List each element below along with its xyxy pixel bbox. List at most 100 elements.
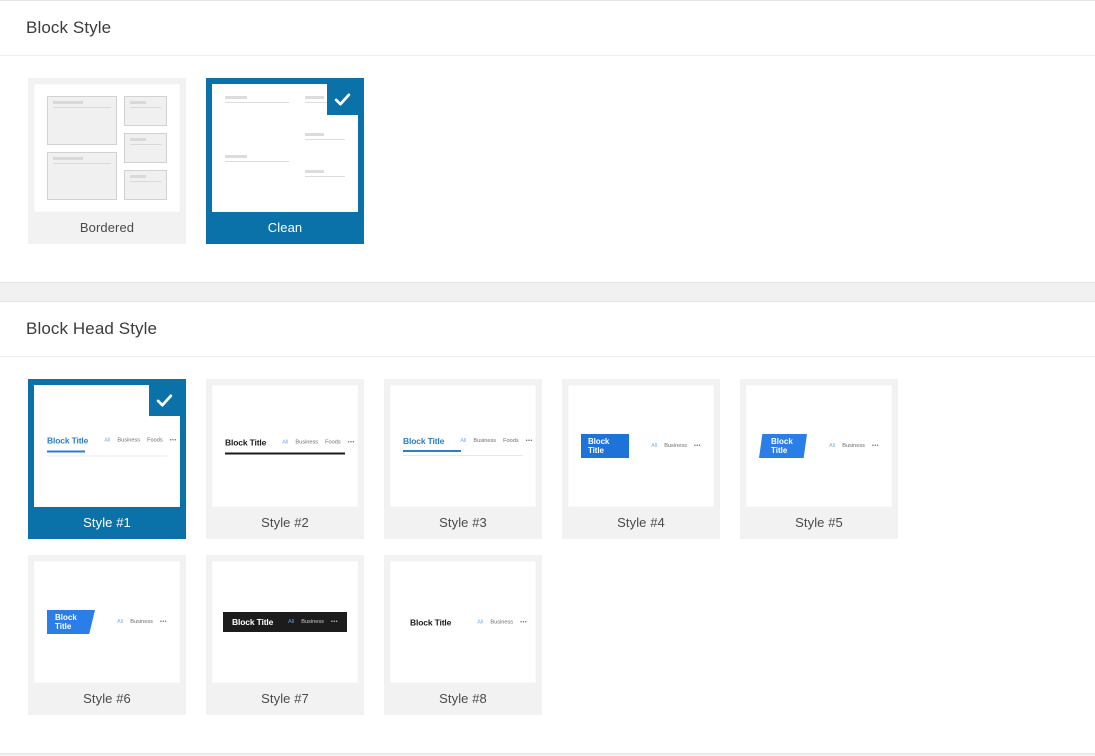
- block-head-style-option-3[interactable]: Block Title All Business Foods ••• Style #3: [384, 379, 542, 539]
- head-style-preview: Block Title All Business Foods •••: [390, 385, 536, 507]
- block-style-header: Block Style: [0, 1, 1095, 56]
- preview-underline: [47, 450, 85, 453]
- block-head-style-option-4[interactable]: Block Title All Business ••• Style #4: [562, 379, 720, 539]
- preview-block-title: Block Title: [232, 617, 274, 627]
- block-head-style-option-7[interactable]: Block Title All Business ••• Style #7: [206, 555, 364, 715]
- block-head-style-option-label: Style #2: [261, 515, 309, 530]
- preview-block-title: Block Title: [410, 617, 452, 627]
- more-dots-icon: •••: [525, 438, 533, 444]
- more-dots-icon: •••: [330, 619, 338, 625]
- block-style-option-label: Bordered: [79, 220, 135, 235]
- block-style-options: Bordered Clean: [28, 78, 1095, 260]
- preview-block-title: Block Title: [47, 610, 95, 634]
- preview-block-title: Block Title: [581, 434, 629, 458]
- preview-nav-item: Business: [130, 619, 153, 625]
- block-head-style-option-label: Style #7: [261, 691, 309, 706]
- preview-nav-item: Business: [295, 439, 319, 446]
- preview-nav-item: All: [651, 443, 658, 449]
- more-dots-icon: •••: [520, 619, 528, 625]
- preview-box: [123, 96, 167, 126]
- preview-nav-item: Foods: [503, 438, 519, 444]
- preview-nav-item: All: [288, 619, 295, 625]
- preview-nav-item: Business: [664, 443, 687, 449]
- page-title: Block Style: [26, 18, 112, 37]
- more-dots-icon: •••: [169, 437, 177, 444]
- preview-nav: All Business Foods •••: [460, 438, 533, 444]
- preview-underline: [225, 452, 345, 455]
- preview-nav-item: All: [477, 619, 484, 625]
- preview-line: [305, 133, 345, 140]
- preview-line: [225, 96, 290, 103]
- block-head-style-option-label: Style #5: [795, 515, 843, 530]
- head-style-preview: Block Title All Business •••: [212, 561, 358, 683]
- preview-nav-item: Foods: [325, 439, 341, 446]
- block-style-body: Bordered Clean: [0, 56, 1095, 282]
- block-head-style-body: Block Title All Business Foods ••• Style #1 Bl…: [0, 357, 1095, 753]
- block-style-option-clean[interactable]: Clean: [206, 78, 364, 244]
- head-style-preview: Block Title All Business •••: [568, 385, 714, 507]
- preview-line: [305, 170, 345, 177]
- block-head-style-option-label: Style #6: [83, 691, 131, 706]
- bordered-preview: [34, 84, 180, 212]
- preview-nav: All Business •••: [651, 443, 701, 449]
- head-style-preview: Block Title All Business •••: [390, 561, 536, 683]
- preview-hairline: [47, 455, 167, 457]
- preview-block-title: Block Title: [47, 435, 89, 446]
- more-dots-icon: •••: [159, 619, 167, 625]
- block-head-style-options: Block Title All Business Foods ••• Style #1 Bl…: [28, 379, 1095, 731]
- preview-nav: All Business •••: [477, 619, 527, 625]
- preview-line: [225, 155, 290, 162]
- settings-page: Block Style Bordered Clean Block Head St…: [0, 0, 1095, 756]
- preview-block-title: Block Title: [225, 437, 267, 448]
- preview-hairline: [403, 455, 523, 456]
- block-head-style-option-8[interactable]: Block Title All Business ••• Style #8: [384, 555, 542, 715]
- preview-nav-item: All: [104, 437, 111, 444]
- preview-nav-item: All: [117, 619, 124, 625]
- section-divider: [0, 283, 1095, 301]
- head-style-preview: Block Title All Business •••: [34, 561, 180, 683]
- preview-nav: All Business •••: [288, 619, 338, 625]
- head-style-preview: Block Title All Business •••: [746, 385, 892, 507]
- preview-nav: All Business Foods •••: [104, 438, 177, 444]
- preview-box: [47, 151, 117, 200]
- block-head-style-option-label: Style #8: [439, 691, 487, 706]
- preview-nav: All Business Foods •••: [282, 440, 355, 446]
- more-dots-icon: •••: [693, 443, 701, 449]
- preview-nav-item: Business: [117, 437, 141, 444]
- block-head-style-option-label: Style #1: [83, 515, 131, 530]
- more-dots-icon: •••: [347, 439, 355, 446]
- preview-nav-item: All: [282, 439, 289, 446]
- block-head-style-option-label: Style #4: [617, 515, 665, 530]
- block-head-style-option-5[interactable]: Block Title All Business ••• Style #5: [740, 379, 898, 539]
- preview-underline: [403, 450, 461, 452]
- block-head-style-header: Block Head Style: [0, 302, 1095, 357]
- preview-nav-item: Business: [842, 443, 865, 449]
- check-icon: [327, 84, 358, 115]
- head-style-preview: Block Title All Business Foods •••: [212, 385, 358, 507]
- preview-box: [123, 170, 167, 200]
- block-style-panel: Block Style Bordered Clean: [0, 0, 1095, 283]
- preview-nav: All Business •••: [117, 619, 167, 625]
- block-head-style-option-label: Style #3: [439, 515, 487, 530]
- preview-nav: All Business •••: [829, 443, 879, 449]
- preview-block-title: Block Title: [403, 436, 445, 446]
- preview-nav-item: All: [460, 438, 467, 444]
- block-head-style-panel: Block Head Style Block Title All Business F…: [0, 301, 1095, 754]
- section-title: Block Head Style: [26, 319, 158, 338]
- block-style-option-label: Clean: [267, 220, 303, 235]
- preview-nav-item: All: [829, 443, 836, 449]
- block-style-option-bordered[interactable]: Bordered: [28, 78, 186, 244]
- preview-nav-item: Foods: [147, 437, 163, 444]
- preview-block-title: Block Title: [759, 434, 807, 458]
- preview-head-bar: Block Title All Business •••: [223, 612, 347, 632]
- preview-nav-item: Business: [473, 438, 497, 444]
- block-head-style-option-2[interactable]: Block Title All Business Foods ••• Style #2: [206, 379, 364, 539]
- preview-box: [47, 96, 117, 145]
- preview-nav-item: Business: [301, 619, 324, 625]
- block-head-style-option-6[interactable]: Block Title All Business ••• Style #6: [28, 555, 186, 715]
- preview-box: [123, 133, 167, 163]
- block-head-style-option-1[interactable]: Block Title All Business Foods ••• Style #1: [28, 379, 186, 539]
- preview-nav-item: Business: [490, 619, 514, 625]
- check-icon: [149, 385, 180, 416]
- more-dots-icon: •••: [871, 443, 879, 449]
